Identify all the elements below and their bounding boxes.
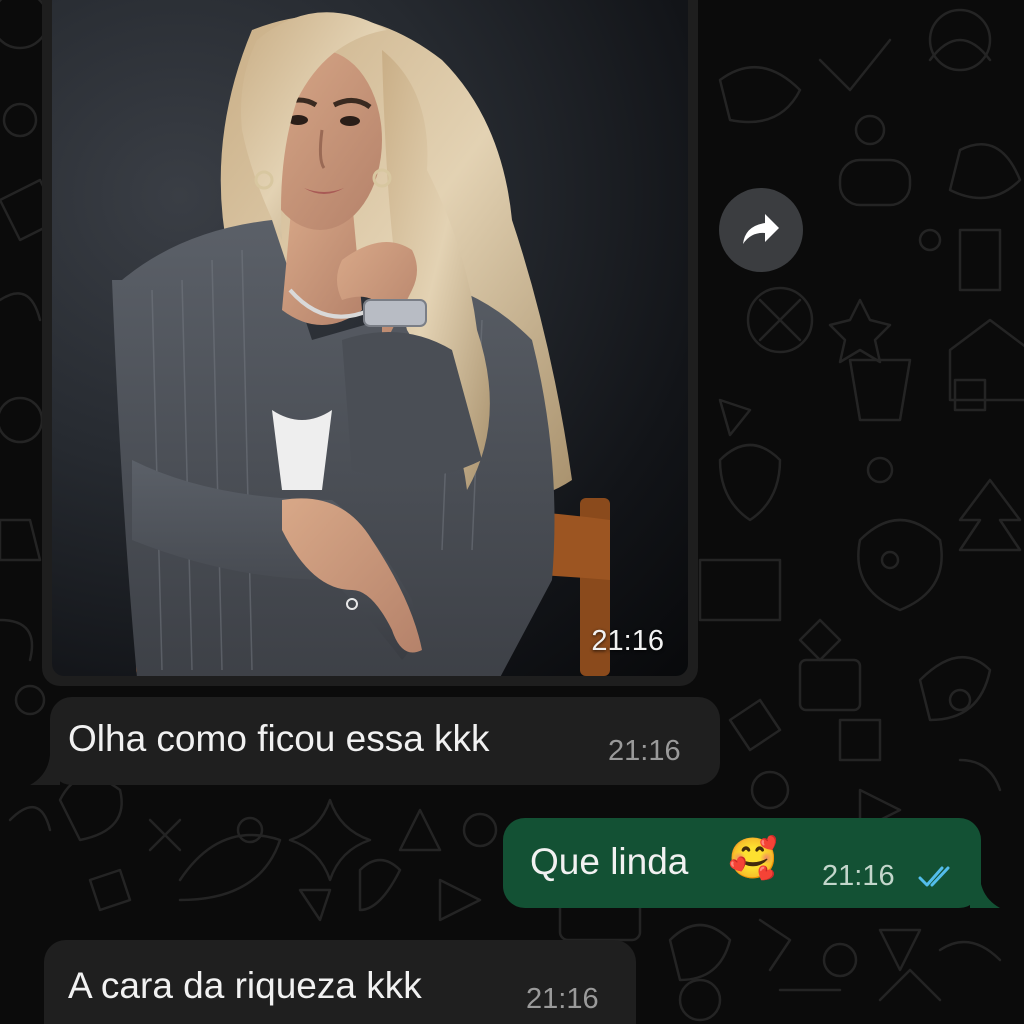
image-timestamp: 21:16 xyxy=(591,625,664,657)
message-text: Que linda xyxy=(530,841,689,882)
incoming-message-bubble[interactable]: Olha como ficou essa kkk 21:16 xyxy=(50,697,720,785)
message-timestamp: 21:16 xyxy=(526,983,599,1015)
read-double-check-icon xyxy=(918,866,950,887)
forward-arrow-icon xyxy=(743,214,779,244)
forward-button[interactable] xyxy=(719,188,803,272)
bubble-tail xyxy=(30,755,60,785)
image-message[interactable]: 21:16 xyxy=(42,0,698,686)
bubble-tail xyxy=(970,878,1000,908)
message-photo[interactable]: 21:16 xyxy=(52,0,688,676)
incoming-message-bubble[interactable]: A cara da riqueza kkk 21:16 xyxy=(44,940,636,1024)
outgoing-message-bubble[interactable]: Que linda 🥰 21:16 xyxy=(503,818,981,908)
message-timestamp: 21:16 xyxy=(822,860,895,892)
smiling-face-with-hearts-emoji: 🥰 xyxy=(728,837,778,881)
message-timestamp: 21:16 xyxy=(608,735,681,767)
message-text: Olha como ficou essa kkk xyxy=(68,718,490,759)
portrait-photo-illustration xyxy=(112,12,610,676)
chat-area[interactable]: 21:16 Olha como ficou essa kkk 21:16 Que… xyxy=(0,0,1024,1024)
message-text: A cara da riqueza kkk xyxy=(68,965,422,1006)
